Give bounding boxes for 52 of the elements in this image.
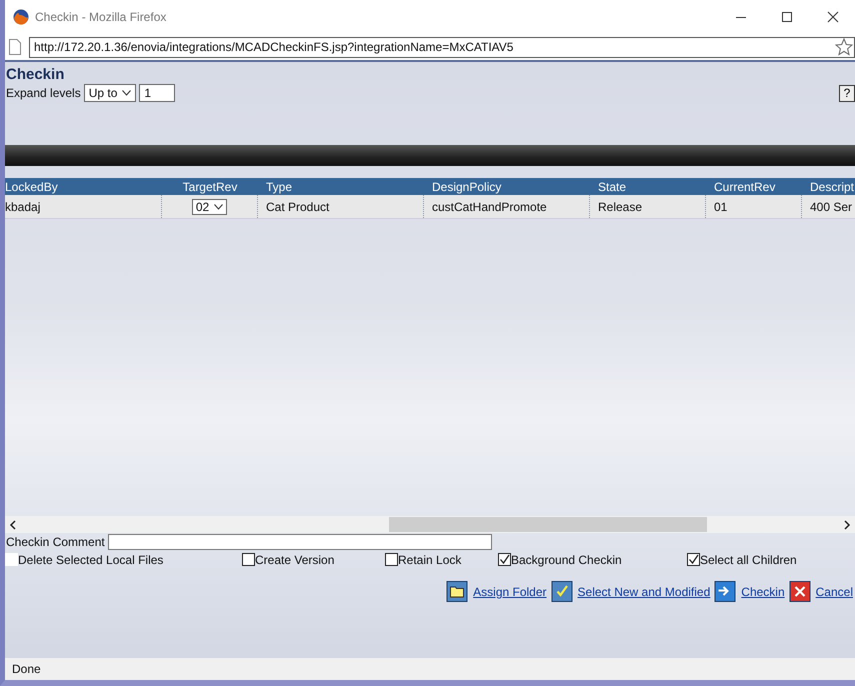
table-cell: Cat Product <box>266 200 330 214</box>
caret-icon <box>122 90 132 96</box>
help-button[interactable]: ? <box>839 84 855 102</box>
table-cell: kbadaj <box>5 200 40 214</box>
checkbox-label: Select all Children <box>700 552 797 566</box>
scroll-right-icon[interactable] <box>843 520 851 530</box>
checkbox[interactable] <box>385 553 398 566</box>
scroll-left-icon[interactable] <box>9 520 17 530</box>
star-icon[interactable] <box>835 38 853 56</box>
folder-icon[interactable] <box>446 581 468 602</box>
column-header[interactable]: State <box>590 180 706 194</box>
column-header[interactable]: LockedBy <box>5 180 162 194</box>
table-row[interactable]: kbadaj 02 Cat Product custCatHandPromote Release 01 400 Ser <box>5 195 855 219</box>
checkbox[interactable] <box>498 553 511 566</box>
check-icon[interactable] <box>550 581 573 602</box>
action-link[interactable]: Select New and Modified <box>578 584 710 598</box>
column-header[interactable]: DesignPolicy <box>424 180 590 194</box>
address-text: http://172.20.1.36/enovia/integrations/MCADCheckinFS.jsp?integrationName=MxCATIAV5 <box>34 40 514 54</box>
window-title: Checkin - Mozilla Firefox <box>35 10 166 24</box>
cancel-icon[interactable] <box>788 581 811 602</box>
column-header[interactable]: CurrentRev <box>706 180 802 194</box>
table-cell: 01 <box>714 200 728 214</box>
column-header[interactable]: Type <box>258 180 424 194</box>
checkbox-label: Retain Lock <box>398 552 462 566</box>
action-link[interactable]: Checkin <box>741 584 785 598</box>
checkbox[interactable] <box>687 553 700 566</box>
column-header[interactable]: Descript <box>802 180 855 194</box>
scrollbar-thumb[interactable] <box>389 517 707 532</box>
expand-label: Expand levels <box>6 86 81 100</box>
status-text: Done <box>12 662 41 676</box>
expand-select[interactable]: Up to <box>84 84 136 102</box>
comment-field[interactable] <box>108 534 492 550</box>
address-field[interactable]: http://172.20.1.36/enovia/integrations/MCADCheckinFS.jsp?integrationName=MxCATIAV5 <box>29 36 855 58</box>
page-title: Checkin <box>5 65 66 83</box>
column-header[interactable]: TargetRev <box>162 180 258 194</box>
page-icon <box>9 39 21 55</box>
caret-icon <box>214 204 224 210</box>
browser-logo-icon <box>13 9 29 25</box>
table-cell: Release <box>598 200 642 214</box>
action-link[interactable]: Assign Folder <box>473 584 547 598</box>
comment-label: Checkin Comment <box>6 535 105 549</box>
checkbox-label: Background Checkin <box>511 552 622 566</box>
checkbox[interactable] <box>242 553 255 566</box>
checkbox-label: Delete Selected Local Files <box>18 552 164 566</box>
checkbox-label: Create Version <box>255 552 334 566</box>
action-link[interactable]: Cancel <box>816 584 853 598</box>
close-icon[interactable] <box>827 11 839 23</box>
revision-select[interactable]: 02 <box>192 198 228 214</box>
maximize-icon[interactable] <box>781 11 793 23</box>
table-cell: custCatHandPromote <box>432 200 547 214</box>
table-cell: 400 Ser <box>810 200 852 214</box>
level-field[interactable]: 1 <box>139 84 176 102</box>
